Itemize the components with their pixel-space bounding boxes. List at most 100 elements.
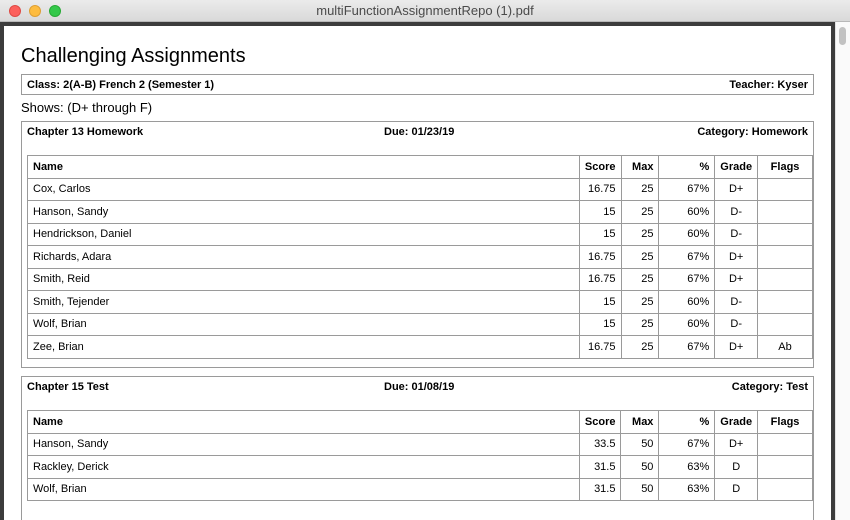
teacher-label: Teacher: Kyser — [729, 79, 808, 91]
max-cell: 25 — [620, 222, 660, 246]
grades-table: Name Score Max % Grade Flags Cox, Carlos… — [27, 155, 813, 359]
score-cell: 15 — [578, 312, 622, 336]
flags-cell — [757, 432, 813, 456]
table-row: Richards, Adara 16.75 25 67% D+ — [27, 245, 813, 269]
percent-cell: 60% — [658, 290, 716, 314]
flags-cell — [757, 455, 813, 479]
percent-cell: 60% — [658, 200, 716, 224]
grade-cell: D+ — [714, 432, 759, 456]
class-info-bar: Class: 2(A-B) French 2 (Semester 1) Teac… — [21, 74, 814, 95]
table-row: Smith, Reid 16.75 25 67% D+ — [27, 267, 813, 291]
grade-cell: D+ — [714, 335, 759, 359]
table-row: Wolf, Brian 31.5 50 63% D — [27, 477, 813, 501]
student-name: Hanson, Sandy — [27, 432, 580, 456]
assignment-category: Category: Homework — [697, 126, 808, 138]
max-cell: 50 — [620, 477, 660, 501]
student-name: Wolf, Brian — [27, 477, 580, 501]
column-header-flags: Flags — [757, 155, 813, 179]
title-bar[interactable]: multiFunctionAssignmentRepo (1).pdf — [0, 0, 850, 22]
grade-cell: D — [714, 455, 759, 479]
percent-cell: 67% — [658, 267, 716, 291]
score-cell: 16.75 — [578, 335, 622, 359]
percent-cell: 60% — [658, 222, 716, 246]
max-cell: 25 — [620, 177, 660, 201]
assignment-section: Chapter 13 Homework Due: 01/23/19 Catego… — [21, 121, 814, 368]
column-header-score: Score — [578, 410, 622, 434]
flags-cell — [757, 312, 813, 336]
assignment-due-date: Due: 01/08/19 — [384, 381, 455, 393]
column-header-grade: Grade — [714, 410, 759, 434]
max-cell: 25 — [620, 267, 660, 291]
column-header-name: Name — [27, 410, 580, 434]
max-cell: 50 — [620, 432, 660, 456]
grade-cell: D+ — [714, 267, 759, 291]
column-header-grade: Grade — [714, 155, 759, 179]
student-name: Cox, Carlos — [27, 177, 580, 201]
flags-cell — [757, 290, 813, 314]
table-row: Rackley, Derick 31.5 50 63% D — [27, 455, 813, 479]
assignment-section: Chapter 15 Test Due: 01/08/19 Category: … — [21, 376, 814, 520]
score-cell: 33.5 — [578, 432, 622, 456]
score-cell: 15 — [578, 222, 622, 246]
student-name: Wolf, Brian — [27, 312, 580, 336]
flags-cell — [757, 267, 813, 291]
report-title: Challenging Assignments — [21, 45, 246, 67]
vertical-scrollbar[interactable] — [835, 22, 850, 520]
score-cell: 15 — [578, 290, 622, 314]
column-header-flags: Flags — [757, 410, 813, 434]
student-name: Richards, Adara — [27, 245, 580, 269]
grade-cell: D+ — [714, 245, 759, 269]
percent-cell: 63% — [658, 477, 716, 501]
table-header-row: Name Score Max % Grade Flags — [27, 410, 813, 434]
score-cell: 15 — [578, 200, 622, 224]
percent-cell: 67% — [658, 432, 716, 456]
window-title: multiFunctionAssignmentRepo (1).pdf — [316, 3, 534, 18]
document-viewport: Challenging Assignments Class: 2(A-B) Fr… — [0, 22, 850, 520]
student-name: Smith, Reid — [27, 267, 580, 291]
score-cell: 16.75 — [578, 177, 622, 201]
table-row: Hanson, Sandy 33.5 50 67% D+ — [27, 432, 813, 456]
score-cell: 31.5 — [578, 455, 622, 479]
pdf-viewer-window: multiFunctionAssignmentRepo (1).pdf Chal… — [0, 0, 850, 520]
percent-cell: 63% — [658, 455, 716, 479]
score-cell: 16.75 — [578, 245, 622, 269]
grade-cell: D- — [714, 200, 759, 224]
table-row: Smith, Tejender 15 25 60% D- — [27, 290, 813, 314]
table-row: Hanson, Sandy 15 25 60% D- — [27, 200, 813, 224]
assignment-due-date: Due: 01/23/19 — [384, 126, 455, 138]
flags-cell — [757, 200, 813, 224]
pdf-page: Challenging Assignments Class: 2(A-B) Fr… — [4, 26, 831, 520]
column-header-percent: % — [658, 155, 716, 179]
assignment-name: Chapter 13 Homework — [27, 126, 144, 138]
column-header-percent: % — [658, 410, 716, 434]
score-cell: 31.5 — [578, 477, 622, 501]
student-name: Hanson, Sandy — [27, 200, 580, 224]
flags-cell — [757, 177, 813, 201]
assignment-header: Chapter 15 Test Due: 01/08/19 Category: … — [22, 377, 813, 397]
student-name: Hendrickson, Daniel — [27, 222, 580, 246]
table-row: Hendrickson, Daniel 15 25 60% D- — [27, 222, 813, 246]
max-cell: 25 — [620, 200, 660, 224]
column-header-max: Max — [620, 155, 660, 179]
percent-cell: 67% — [658, 335, 716, 359]
scrollbar-thumb[interactable] — [839, 27, 846, 45]
grade-cell: D — [714, 477, 759, 501]
grade-range-filter-label: Shows: (D+ through F) — [21, 100, 153, 115]
percent-cell: 60% — [658, 312, 716, 336]
grade-cell: D- — [714, 222, 759, 246]
table-header-row: Name Score Max % Grade Flags — [27, 155, 813, 179]
max-cell: 25 — [620, 245, 660, 269]
column-header-score: Score — [578, 155, 622, 179]
flags-cell — [757, 222, 813, 246]
grade-cell: D- — [714, 312, 759, 336]
flags-cell — [757, 477, 813, 501]
grade-cell: D+ — [714, 177, 759, 201]
score-cell: 16.75 — [578, 267, 622, 291]
student-name: Zee, Brian — [27, 335, 580, 359]
max-cell: 25 — [620, 290, 660, 314]
student-name: Rackley, Derick — [27, 455, 580, 479]
assignment-category: Category: Test — [731, 381, 808, 393]
student-name: Smith, Tejender — [27, 290, 580, 314]
assignment-header: Chapter 13 Homework Due: 01/23/19 Catego… — [22, 122, 813, 142]
table-row: Cox, Carlos 16.75 25 67% D+ — [27, 177, 813, 201]
